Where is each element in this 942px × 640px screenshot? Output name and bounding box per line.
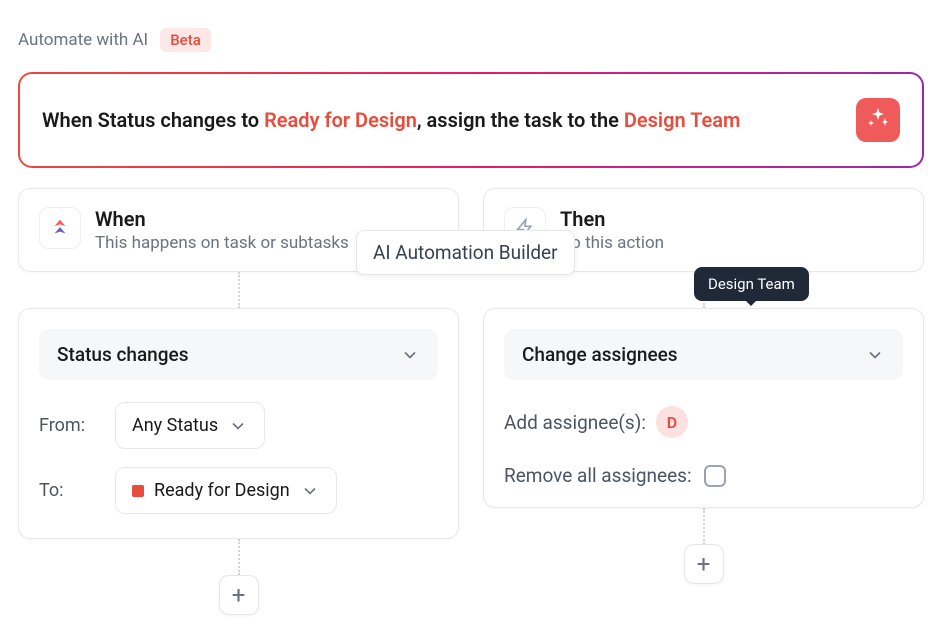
action-select[interactable]: Change assignees [504,329,903,380]
remove-label: Remove all assignees: [504,464,692,487]
sparkle-icon [866,106,890,134]
status-color-dot [132,485,144,497]
header-title: Automate with AI [18,30,148,50]
action-label: Change assignees [522,343,678,366]
remove-assignees-row: Remove all assignees: [504,464,903,487]
assignee-avatar[interactable]: D [656,406,688,438]
page-header: Automate with AI Beta [0,0,942,66]
when-title: When [95,207,349,231]
prompt-part1: When Status changes to [42,108,264,132]
ai-prompt-box[interactable]: When Status changes to Ready for Design,… [18,72,924,168]
from-status-select[interactable]: Any Status [115,402,265,449]
add-assignee-label: Add assignee(s): [504,411,646,434]
connector-line [238,539,240,575]
trigger-label: Status changes [57,343,189,366]
assignee-tooltip: Design Team [694,267,809,301]
add-assignee-row: Add assignee(s): D [504,406,903,438]
prompt-hl2: Design Team [624,108,741,132]
to-value: Ready for Design [154,480,290,501]
then-config-card: Design Team Change assignees Add assigne… [483,308,924,508]
from-value: Any Status [132,415,218,436]
prompt-hl1: Ready for Design [264,108,417,132]
ai-generate-button[interactable] [856,98,900,142]
remove-all-checkbox[interactable] [704,465,726,487]
prompt-text: When Status changes to Ready for Design,… [42,106,740,134]
chevron-down-icon [400,345,420,365]
chevron-down-icon [228,416,248,436]
prompt-part2: , assign the task to the [417,108,624,132]
connector-line [703,508,705,544]
chevron-down-icon [865,345,885,365]
connector-line [238,272,240,308]
then-subtitle: Do this action [560,233,664,253]
to-status-select[interactable]: Ready for Design [115,467,337,514]
from-label: From: [39,415,97,436]
beta-badge: Beta [160,28,211,52]
when-logo-icon [39,207,81,249]
then-title: Then [560,207,664,231]
when-config-card: Status changes From: Any Status To: [18,308,459,539]
to-label: To: [39,480,97,501]
chevron-down-icon [300,481,320,501]
add-trigger-button[interactable]: + [219,575,259,615]
from-row: From: Any Status [39,402,438,449]
when-subtitle: This happens on task or subtasks [95,233,349,253]
add-action-button[interactable]: + [684,544,724,584]
trigger-select[interactable]: Status changes [39,329,438,380]
ai-builder-tooltip: AI Automation Builder [356,230,575,275]
to-row: To: Ready for Design [39,467,438,514]
